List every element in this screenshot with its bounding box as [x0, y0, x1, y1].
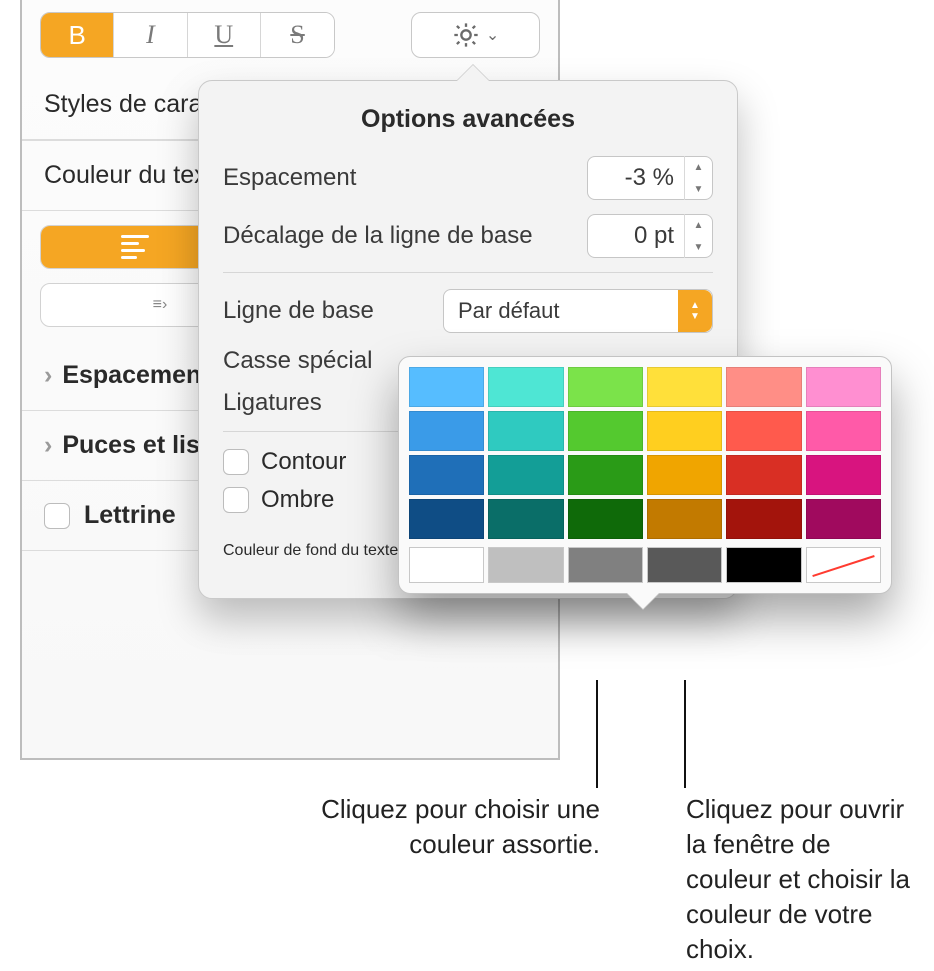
color-swatch[interactable] — [568, 455, 643, 495]
strike-button[interactable]: S — [261, 13, 334, 57]
color-swatch[interactable] — [409, 455, 484, 495]
espacement-value: -3 % — [588, 164, 684, 192]
chevron-down-icon: ⌄ — [486, 25, 499, 45]
color-swatch[interactable] — [647, 547, 722, 583]
color-swatch[interactable] — [806, 499, 881, 539]
color-swatch[interactable] — [488, 411, 563, 451]
ombre-label: Ombre — [261, 486, 334, 514]
callout-line-left — [596, 680, 598, 788]
color-swatch[interactable] — [409, 547, 484, 583]
italic-glyph: I — [146, 20, 155, 50]
bullets-label: Puces et lis — [62, 431, 200, 459]
callout-text-right: Cliquez pour ouvrir la fenêtre de couleu… — [686, 792, 922, 967]
color-swatch[interactable] — [488, 547, 563, 583]
contour-label: Contour — [261, 448, 346, 476]
italic-button[interactable]: I — [114, 13, 187, 57]
espacement-row: Espacement -3 % ▲▼ — [223, 156, 713, 200]
color-swatch[interactable] — [568, 499, 643, 539]
dropdown-arrows-icon: ▲▼ — [678, 290, 712, 332]
dropcap-checkbox[interactable] — [44, 503, 70, 529]
color-swatch[interactable] — [568, 547, 643, 583]
baseline-label: Ligne de base — [223, 297, 374, 325]
stepper-arrows-icon[interactable]: ▲▼ — [684, 214, 712, 258]
color-swatch[interactable] — [726, 367, 801, 407]
text-bgcolor-label: Couleur de fond du texte — [223, 542, 398, 560]
casse-label: Casse spécial — [223, 347, 372, 375]
baseline-dropdown[interactable]: Par défaut ▲▼ — [443, 289, 713, 333]
color-swatch[interactable] — [409, 367, 484, 407]
style-segmented-control: B I U S — [40, 12, 335, 58]
divider — [223, 272, 713, 273]
color-swatch[interactable] — [647, 455, 722, 495]
ombre-checkbox[interactable] — [223, 487, 249, 513]
character-styles-label: Styles de cara — [44, 90, 202, 118]
stepper-arrows-icon[interactable]: ▲▼ — [684, 156, 712, 200]
color-swatch[interactable] — [647, 411, 722, 451]
color-swatch[interactable] — [806, 411, 881, 451]
color-swatch[interactable] — [488, 367, 563, 407]
color-swatch[interactable] — [568, 367, 643, 407]
color-swatch[interactable] — [806, 455, 881, 495]
popover-title: Options avancées — [223, 105, 713, 134]
color-swatch[interactable] — [647, 367, 722, 407]
color-swatch[interactable] — [409, 411, 484, 451]
text-style-toolbar: B I U S ⌄ — [22, 0, 558, 70]
espacement-label: Espacement — [223, 164, 356, 192]
color-swatch[interactable] — [409, 499, 484, 539]
bold-button[interactable]: B — [41, 13, 114, 57]
advanced-options-button[interactable]: ⌄ — [411, 12, 540, 58]
dropcap-label: Lettrine — [84, 501, 176, 530]
spacing-label: Espacemen — [62, 361, 201, 389]
indent-icon: ≡› — [153, 296, 168, 314]
bold-glyph: B — [68, 20, 85, 51]
color-swatch[interactable] — [488, 499, 563, 539]
underline-glyph: U — [214, 20, 233, 50]
espacement-stepper[interactable]: -3 % ▲▼ — [587, 156, 713, 200]
ligatures-label: Ligatures — [223, 389, 322, 417]
callout-text-left: Cliquez pour choisir une couleur assorti… — [230, 792, 600, 862]
color-neutral-row — [409, 547, 881, 583]
color-swatch[interactable] — [726, 547, 801, 583]
color-swatch[interactable] — [726, 455, 801, 495]
color-swatch[interactable] — [568, 411, 643, 451]
color-swatch[interactable] — [726, 411, 801, 451]
color-swatch-popover — [398, 356, 892, 594]
color-swatch[interactable] — [647, 499, 722, 539]
baseline-shift-value: 0 pt — [588, 222, 684, 250]
no-color-swatch[interactable] — [806, 547, 881, 583]
text-color-label: Couleur du tex — [44, 161, 207, 189]
color-swatch-grid — [409, 367, 881, 539]
baseline-shift-label: Décalage de la ligne de base — [223, 222, 533, 250]
contour-checkbox[interactable] — [223, 449, 249, 475]
callout-line-right — [684, 680, 686, 788]
baseline-shift-row: Décalage de la ligne de base 0 pt ▲▼ — [223, 214, 713, 258]
baseline-row: Ligne de base Par défaut ▲▼ — [223, 289, 713, 333]
baseline-shift-stepper[interactable]: 0 pt ▲▼ — [587, 214, 713, 258]
strike-glyph: S — [290, 20, 304, 50]
color-swatch[interactable] — [726, 499, 801, 539]
color-swatch[interactable] — [806, 367, 881, 407]
underline-button[interactable]: U — [188, 13, 261, 57]
color-swatch[interactable] — [488, 455, 563, 495]
baseline-dropdown-value: Par défaut — [458, 298, 560, 324]
gear-icon — [452, 21, 480, 49]
